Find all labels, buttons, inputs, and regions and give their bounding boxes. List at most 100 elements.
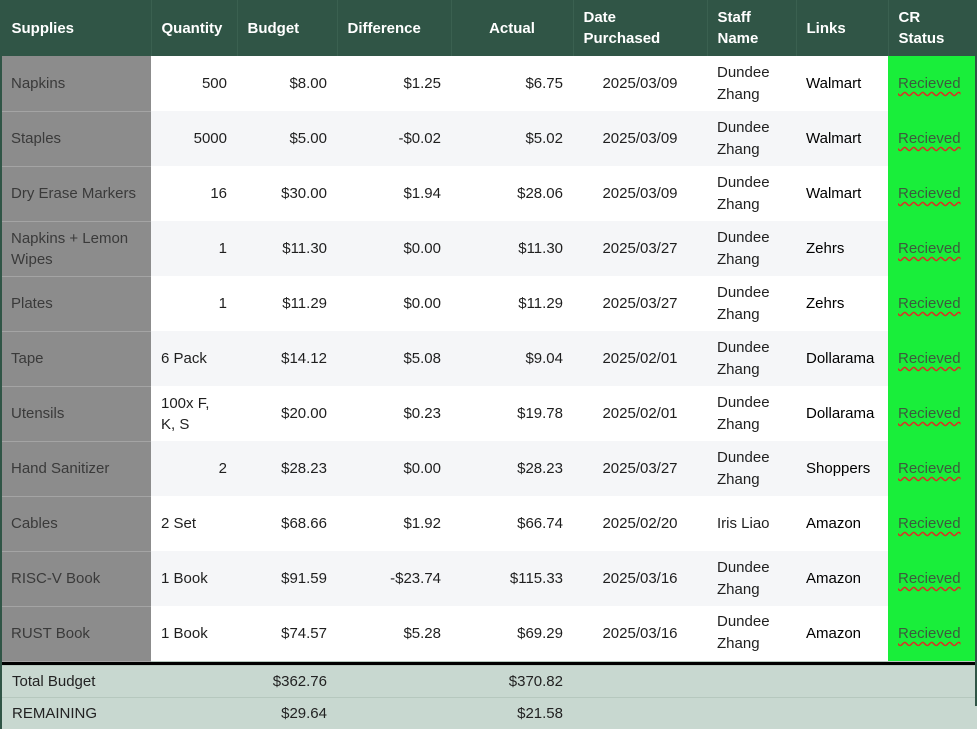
staff-name-cell[interactable]: Dundee Zhang [707, 386, 796, 441]
difference-cell[interactable]: $1.92 [337, 496, 451, 551]
budget-cell[interactable]: $74.57 [237, 606, 337, 661]
date-purchased-cell[interactable]: 2025/03/27 [573, 276, 707, 331]
remaining-links-cell[interactable] [796, 696, 888, 729]
budget-cell[interactable]: $20.00 [237, 386, 337, 441]
remaining-staff-cell[interactable] [707, 696, 796, 729]
remaining-actual-value[interactable]: $21.58 [451, 696, 573, 729]
link-cell[interactable]: Dollarama [796, 331, 888, 386]
actual-cell[interactable]: $69.29 [451, 606, 573, 661]
staff-name-cell[interactable]: Dundee Zhang [707, 56, 796, 111]
actual-cell[interactable]: $66.74 [451, 496, 573, 551]
actual-cell[interactable]: $6.75 [451, 56, 573, 111]
staff-name-cell[interactable]: Iris Liao [707, 496, 796, 551]
staff-name-cell[interactable]: Dundee Zhang [707, 111, 796, 166]
cr-status-cell[interactable]: Recieved [888, 496, 977, 551]
date-purchased-cell[interactable]: 2025/03/09 [573, 56, 707, 111]
link-cell[interactable]: Walmart [796, 166, 888, 221]
header-cr-status[interactable]: CR Status [887, 0, 977, 56]
link-cell[interactable]: Walmart [796, 111, 888, 166]
header-budget[interactable]: Budget [236, 0, 337, 56]
difference-cell[interactable]: $0.23 [337, 386, 451, 441]
staff-name-cell[interactable]: Dundee Zhang [707, 551, 796, 606]
budget-cell[interactable]: $11.29 [237, 276, 337, 331]
supply-cell[interactable]: Hand Sanitizer [1, 441, 151, 497]
difference-cell[interactable]: -$23.74 [337, 551, 451, 606]
cr-status-cell[interactable]: Recieved [888, 166, 977, 221]
actual-cell[interactable]: $11.30 [451, 221, 573, 276]
budget-cell[interactable]: $91.59 [237, 551, 337, 606]
date-purchased-cell[interactable]: 2025/03/27 [573, 441, 707, 496]
quantity-cell[interactable]: 500 [151, 56, 237, 111]
date-purchased-cell[interactable]: 2025/03/09 [573, 166, 707, 221]
total-links-cell[interactable] [796, 664, 888, 697]
actual-cell[interactable]: $19.78 [451, 386, 573, 441]
date-purchased-cell[interactable]: 2025/03/16 [573, 551, 707, 606]
cr-status-cell[interactable]: Recieved [888, 551, 977, 606]
budget-cell[interactable]: $28.23 [237, 441, 337, 496]
date-purchased-cell[interactable]: 2025/03/16 [573, 606, 707, 661]
supply-cell[interactable]: Staples [1, 111, 151, 167]
remaining-difference-cell[interactable] [337, 696, 451, 729]
link-cell[interactable]: Zehrs [796, 276, 888, 331]
quantity-cell[interactable]: 1 [151, 221, 237, 276]
quantity-cell[interactable]: 5000 [151, 111, 237, 166]
difference-cell[interactable]: $0.00 [337, 441, 451, 496]
cr-status-cell[interactable]: Recieved [888, 111, 977, 166]
link-cell[interactable]: Walmart [796, 56, 888, 111]
budget-cell[interactable]: $11.30 [237, 221, 337, 276]
staff-name-cell[interactable]: Dundee Zhang [707, 331, 796, 386]
remaining-quantity-cell[interactable] [151, 696, 237, 729]
quantity-cell[interactable]: 1 [151, 276, 237, 331]
header-actual[interactable]: Actual [450, 0, 573, 56]
date-purchased-cell[interactable]: 2025/02/01 [573, 331, 707, 386]
supply-cell[interactable]: Dry Erase Markers [1, 166, 151, 222]
difference-cell[interactable]: $0.00 [337, 276, 451, 331]
quantity-cell[interactable]: 2 Set [151, 496, 237, 551]
link-cell[interactable]: Amazon [796, 496, 888, 551]
total-date-cell[interactable] [573, 664, 707, 697]
link-cell[interactable]: Amazon [796, 606, 888, 661]
link-cell[interactable]: Zehrs [796, 221, 888, 276]
cr-status-cell[interactable]: Recieved [888, 606, 977, 661]
supply-cell[interactable]: Napkins + Lemon Wipes [1, 221, 151, 277]
difference-cell[interactable]: $1.94 [337, 166, 451, 221]
quantity-cell[interactable]: 100x F, K, S [151, 386, 237, 441]
budget-cell[interactable]: $30.00 [237, 166, 337, 221]
cr-status-cell[interactable]: Recieved [888, 331, 977, 386]
link-cell[interactable]: Dollarama [796, 386, 888, 441]
supply-cell[interactable]: Cables [1, 496, 151, 552]
staff-name-cell[interactable]: Dundee Zhang [707, 166, 796, 221]
total-budget-label[interactable]: Total Budget [0, 664, 151, 697]
header-supplies[interactable]: Supplies [0, 0, 151, 56]
supply-cell[interactable]: Tape [1, 331, 151, 387]
supply-cell[interactable]: Napkins [1, 56, 151, 112]
budget-cell[interactable]: $14.12 [237, 331, 337, 386]
staff-name-cell[interactable]: Dundee Zhang [707, 441, 796, 496]
supply-cell[interactable]: RUST Book [1, 606, 151, 662]
quantity-cell[interactable]: 1 Book [151, 606, 237, 661]
actual-cell[interactable]: $115.33 [451, 551, 573, 606]
link-cell[interactable]: Shoppers [796, 441, 888, 496]
total-difference-cell[interactable] [337, 664, 451, 697]
quantity-cell[interactable]: 1 Book [151, 551, 237, 606]
cr-status-cell[interactable]: Recieved [888, 441, 977, 496]
remaining-label[interactable]: REMAINING [0, 696, 151, 729]
total-status-cell[interactable] [888, 664, 977, 697]
actual-cell[interactable]: $9.04 [451, 331, 573, 386]
supply-cell[interactable]: RISC-V Book [1, 551, 151, 607]
quantity-cell[interactable]: 16 [151, 166, 237, 221]
cr-status-cell[interactable]: Recieved [888, 56, 977, 111]
header-quantity[interactable]: Quantity [150, 0, 237, 56]
date-purchased-cell[interactable]: 2025/02/20 [573, 496, 707, 551]
difference-cell[interactable]: $1.25 [337, 56, 451, 111]
supply-cell[interactable]: Utensils [1, 386, 151, 442]
difference-cell[interactable]: -$0.02 [337, 111, 451, 166]
date-purchased-cell[interactable]: 2025/03/09 [573, 111, 707, 166]
total-staff-cell[interactable] [707, 664, 796, 697]
total-actual-value[interactable]: $370.82 [451, 664, 573, 697]
staff-name-cell[interactable]: Dundee Zhang [707, 221, 796, 276]
difference-cell[interactable]: $5.08 [337, 331, 451, 386]
remaining-date-cell[interactable] [573, 696, 707, 729]
difference-cell[interactable]: $0.00 [337, 221, 451, 276]
budget-cell[interactable]: $5.00 [237, 111, 337, 166]
